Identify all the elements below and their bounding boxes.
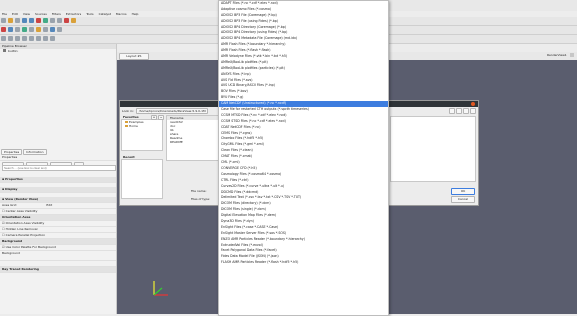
file-item[interactable]: README xyxy=(167,140,218,144)
menu-file[interactable]: File xyxy=(2,12,7,16)
reset-camera-icon[interactable] xyxy=(15,27,20,32)
camera-parallel-label: Camera Parallel Projection xyxy=(5,233,46,237)
file-list-right[interactable] xyxy=(390,116,476,182)
menu-catalyst[interactable]: Catalyst xyxy=(99,12,111,16)
tab-layout-1[interactable]: Layout #1 xyxy=(119,53,149,60)
folder-icon[interactable] xyxy=(8,18,13,23)
dialog-titlebar-right xyxy=(388,101,478,107)
new-folder-icon[interactable] xyxy=(470,108,476,114)
file-open-dialog: Look in: /home/kprocs/Downloads/ParaView… xyxy=(119,100,220,206)
color-map-icon[interactable] xyxy=(1,27,6,32)
center-axes-label: Center Axes Visibility xyxy=(5,209,38,213)
files-of-type-label: Files of type: xyxy=(191,197,211,201)
warp-icon[interactable] xyxy=(36,36,41,41)
extract-icon[interactable] xyxy=(15,36,20,41)
axes-grid-edit-button[interactable]: Edit xyxy=(46,203,52,207)
ray-traced-header: Ray Traced Rendering xyxy=(0,267,116,273)
pipeline-root-label: builtin: xyxy=(7,49,19,53)
recent-list[interactable] xyxy=(121,159,163,199)
menu-edit[interactable]: Edit xyxy=(12,12,18,16)
group-properties-label: Properties xyxy=(5,177,23,181)
camera-icon[interactable] xyxy=(71,18,76,23)
look-in-label: Look in: xyxy=(122,109,134,113)
navigate-forward-icon[interactable] xyxy=(456,108,462,114)
folder-icon xyxy=(125,125,128,127)
remove-favorite-button[interactable]: − xyxy=(158,115,164,120)
axes-icon[interactable] xyxy=(22,27,27,32)
menu-view[interactable]: View xyxy=(23,12,30,16)
menu-help[interactable]: Help xyxy=(132,12,139,16)
favorites-label: Favorites xyxy=(123,115,139,119)
background-label: Background xyxy=(2,251,20,255)
favorite-home-label: Home xyxy=(129,124,138,128)
rotate-icon[interactable] xyxy=(29,27,34,32)
pipeline-tree-area[interactable] xyxy=(0,54,116,149)
properties-search-input[interactable] xyxy=(2,165,116,171)
menu-tools[interactable]: Tools xyxy=(86,12,93,16)
menu-macros[interactable]: Macros xyxy=(116,12,127,16)
threshold-icon[interactable] xyxy=(8,36,13,41)
menu-sources[interactable]: Sources xyxy=(35,12,47,16)
row-background[interactable]: Background xyxy=(0,251,116,261)
add-favorite-button[interactable]: + xyxy=(151,115,157,120)
menu-filters[interactable]: Filters xyxy=(52,12,61,16)
favorite-item-home[interactable]: Home xyxy=(122,124,162,128)
ok-button[interactable]: OK xyxy=(451,188,475,195)
tab-information[interactable]: Information xyxy=(23,149,47,155)
query-icon[interactable] xyxy=(50,36,55,41)
filter-icon[interactable] xyxy=(1,36,6,41)
look-in-combobox[interactable]: /home/kprocs/Downloads/ParaView-5.9.0-1M xyxy=(135,108,208,114)
folder-icon xyxy=(125,121,128,123)
group-icon[interactable] xyxy=(43,36,48,41)
hidden-line-label: Hidden Line Removal xyxy=(5,227,38,231)
file-name-label: File name: xyxy=(191,189,207,193)
left-dock: Pipeline Browser builtin: Properties Inf… xyxy=(0,44,117,314)
orientation-visibility-label: Orientation Axes Visibility xyxy=(5,221,45,225)
play-icon[interactable] xyxy=(43,18,48,23)
save-icon[interactable] xyxy=(15,18,20,23)
calculator-icon[interactable] xyxy=(36,27,41,32)
rescale-icon[interactable] xyxy=(8,27,13,32)
favorites-list: Examples Home xyxy=(121,119,163,151)
stream-icon[interactable] xyxy=(29,36,34,41)
clip-icon[interactable] xyxy=(50,27,55,32)
file-dialog-right: OK Cancel xyxy=(387,100,479,206)
first-frame-icon[interactable] xyxy=(50,18,55,23)
file-type-option[interactable]: FLASH AMR Particles Reader (*.flash *.hd… xyxy=(219,260,388,266)
redo-icon[interactable] xyxy=(29,18,34,23)
group-view-label: View (Render View) xyxy=(5,197,39,201)
close-icon[interactable] xyxy=(471,102,475,106)
file-list: Filename readCSV doc lib share Readme RE… xyxy=(166,115,219,161)
cancel-button[interactable]: Cancel xyxy=(451,196,475,203)
use-color-palette-label: Use Color Palette For Background xyxy=(5,245,56,249)
record-icon[interactable] xyxy=(64,18,69,23)
file-name: README xyxy=(170,140,183,144)
contour-icon[interactable] xyxy=(43,27,48,32)
group-display-label: Display xyxy=(5,187,18,191)
axes-grid-label: Axes Grid xyxy=(2,203,17,207)
file-type-dropdown-list[interactable]: ADAPT Files (*.nc *.cdf *.elev *.ncd) Ada… xyxy=(218,0,389,316)
last-frame-icon[interactable] xyxy=(57,18,62,23)
close-view-icon[interactable] xyxy=(570,53,574,57)
slice-icon[interactable] xyxy=(57,27,62,32)
render-view-label: RenderView1 xyxy=(547,53,567,57)
parent-directory-icon[interactable] xyxy=(463,108,469,114)
undo-icon[interactable] xyxy=(22,18,27,23)
connect-icon[interactable] xyxy=(36,18,41,23)
navigate-back-icon[interactable] xyxy=(449,108,455,114)
server-icon xyxy=(3,49,6,52)
menu-extractors[interactable]: Extractors xyxy=(66,12,81,16)
open-icon[interactable] xyxy=(1,18,6,23)
glyph-icon[interactable] xyxy=(22,36,27,41)
orientation-axes-icon xyxy=(153,281,168,296)
